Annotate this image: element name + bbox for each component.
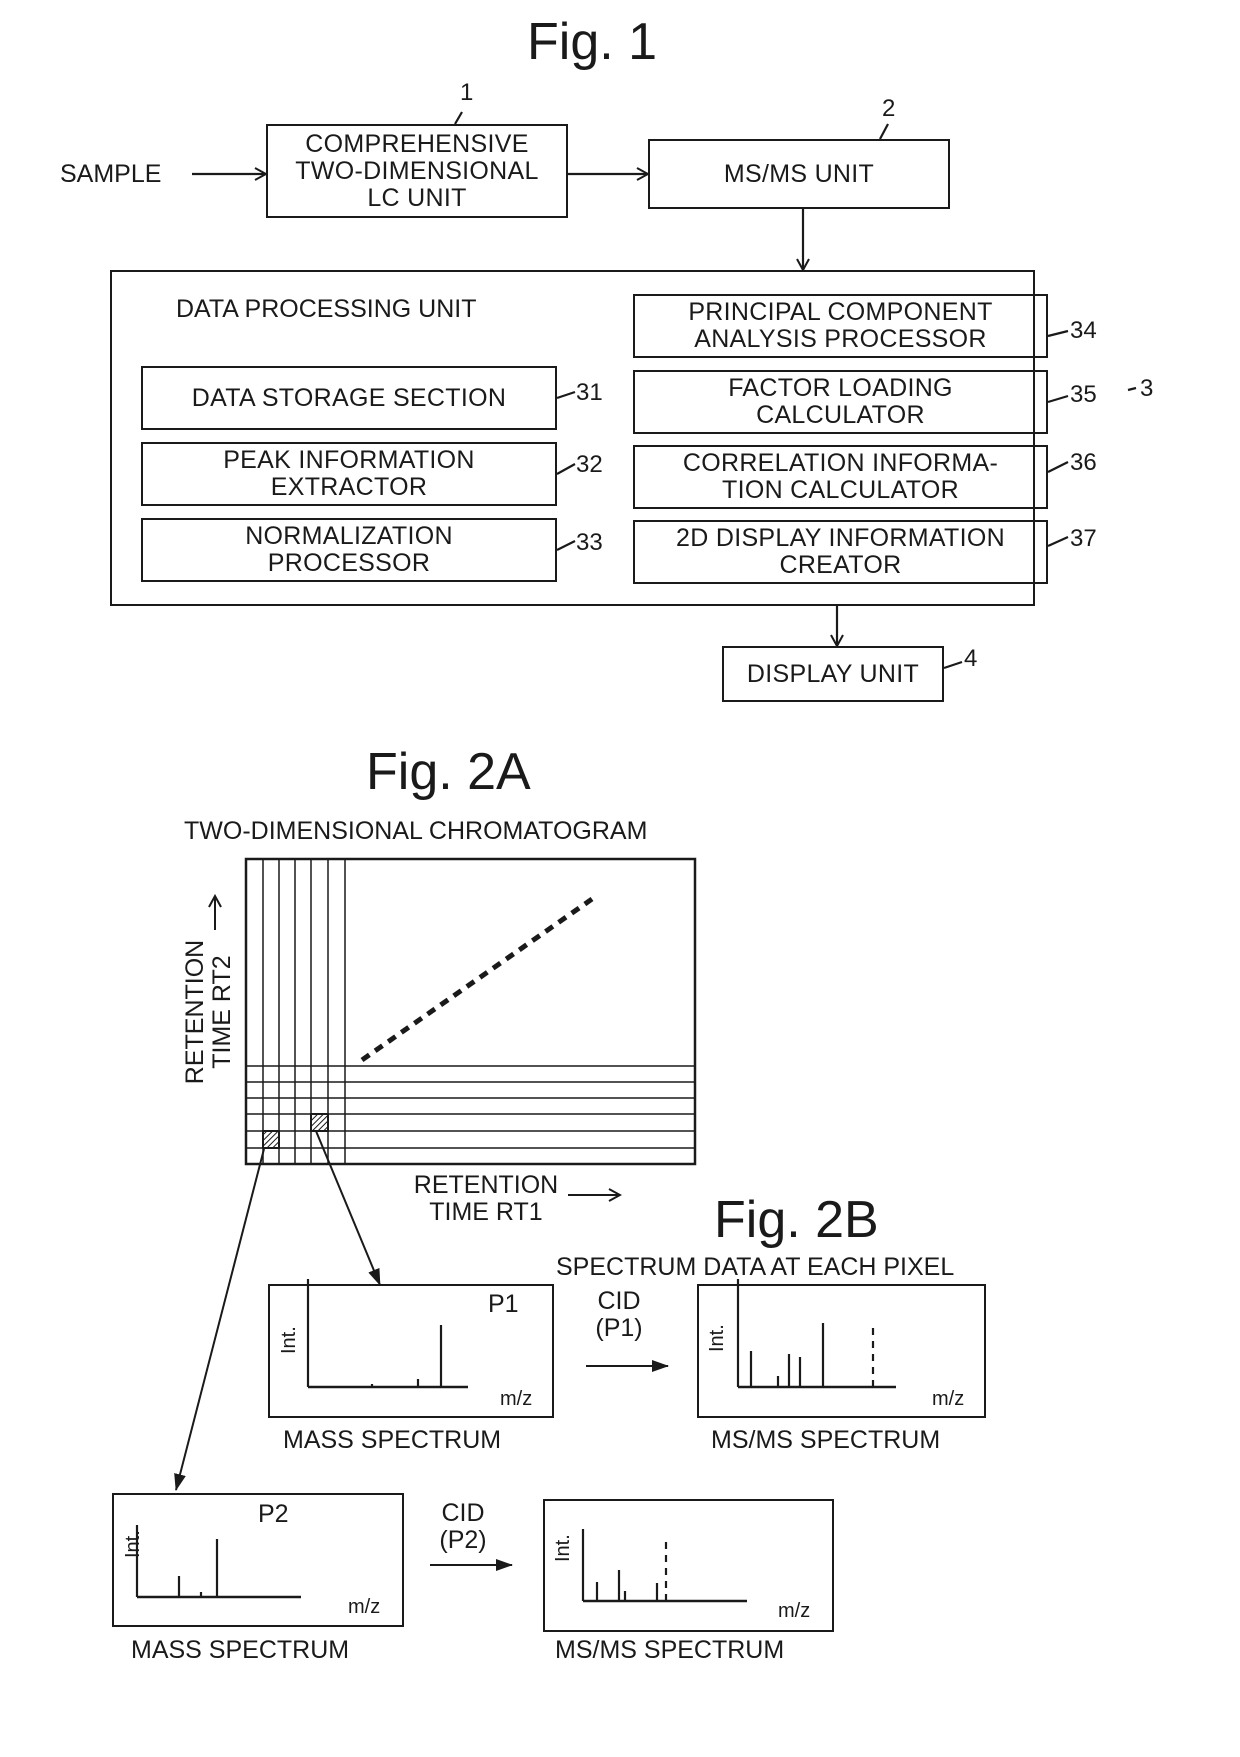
cid-line: (P2) [439,1526,487,1554]
msms-spectrum-caption: MS/MS SPECTRUM [711,1426,941,1454]
fig1-title: Fig. 1 [527,13,658,71]
lc-unit-line: COMPREHENSIVE [305,129,529,158]
y-axis-label: RETENTION TIME RT2 [181,912,236,1112]
int-axis-label: Int. [122,1530,144,1558]
lc-unit-line: LC UNIT [367,183,467,212]
ref-36: 36 [1070,449,1097,476]
cid-p1-label: CID (P1) [582,1288,656,1342]
mz-axis-label: m/z [932,1388,965,1410]
mass-spectrum-caption: MASS SPECTRUM [283,1426,502,1454]
block-label: DATA STORAGE SECTION [191,383,507,412]
msms-spectrum-caption: MS/MS SPECTRUM [555,1636,785,1664]
ref-2: 2 [882,95,896,122]
display-unit-label: DISPLAY UNIT [746,659,920,688]
peak-information-extractor-box: PEAK INFORMATION EXTRACTOR [141,442,557,506]
lc-unit-box: COMPREHENSIVE TWO-DIMENSIONAL LC UNIT [266,124,568,218]
ref-35-leader [1047,394,1069,404]
ref-3-leader [1127,386,1137,392]
ref-34-leader [1047,329,1069,338]
block-label: CREATOR [779,551,902,579]
fig2b-title: Fig. 2B [714,1191,879,1249]
block-label: EXTRACTOR [270,473,428,501]
ref-3: 3 [1140,375,1154,402]
x-axis-line: RETENTION [413,1171,559,1199]
block-label: PRINCIPAL COMPONENT [688,298,993,326]
cid-p2-label: CID (P2) [426,1500,500,1554]
block-label: FACTOR LOADING [728,374,953,402]
diagonal-dashed-line [360,896,594,1063]
pixel-p1-arrow [315,1130,381,1286]
factor-loading-calculator-box: FACTOR LOADING CALCULATOR [633,370,1048,434]
y-axis-line: RETENTION [181,939,209,1085]
block-label: 2D DISPLAY INFORMATION [676,524,1005,552]
peak-label-p1: P1 [488,1290,519,1318]
block-label: ANALYSIS PROCESSOR [694,325,987,353]
display-unit-box: DISPLAY UNIT [722,646,944,702]
spectrum-data-title: SPECTRUM DATA AT EACH PIXEL [556,1253,955,1281]
mz-axis-label: m/z [348,1596,381,1618]
chromatogram-frame [244,857,697,1166]
ref-2-leader [879,123,889,140]
ref-31: 31 [576,379,603,406]
msms-unit-label: MS/MS UNIT [723,159,875,188]
block-label: CORRELATION INFORMA- [682,449,999,477]
block-label: TION CALCULATOR [722,476,959,504]
int-axis-label: Int. [552,1534,574,1562]
chromatogram-plot [244,857,697,1166]
lc-unit-line: TWO-DIMENSIONAL [295,156,539,185]
fig2a-title: Fig. 2A [366,743,531,801]
block-label: PROCESSOR [267,549,431,577]
sample-label: SAMPLE [60,160,162,188]
ref-37: 37 [1070,525,1097,552]
ref-33: 33 [576,529,603,556]
pixel-p2-arrow [174,1148,265,1491]
normalization-processor-box: NORMALIZATION PROCESSOR [141,518,557,582]
chromatogram-title: TWO-DIMENSIONAL CHROMATOGRAM [184,817,648,845]
pca-processor-box: PRINCIPAL COMPONENT ANALYSIS PROCESSOR [633,294,1048,358]
block-label: PEAK INFORMATION [223,446,475,474]
pixel-p1-highlight [310,1113,329,1132]
x-axis-label: RETENTION TIME RT1 [396,1172,576,1226]
ref-32: 32 [576,451,603,478]
ref-36-leader [1047,461,1069,473]
pixel-p2-highlight [262,1130,280,1149]
ref-34: 34 [1070,317,1097,344]
int-axis-label: Int. [706,1324,728,1352]
correlation-information-calculator-box: CORRELATION INFORMA- TION CALCULATOR [633,445,1048,509]
ref-4-leader [943,660,963,670]
cid-line: CID [597,1287,641,1315]
block-label: CALCULATOR [756,401,925,429]
y-axis-line: TIME RT2 [208,955,236,1069]
ref-37-leader [1047,535,1069,548]
x-axis-line: TIME RT1 [429,1198,543,1226]
block-label: NORMALIZATION [245,522,453,550]
int-axis-label: Int. [278,1326,300,1354]
2d-display-information-creator-box: 2D DISPLAY INFORMATION CREATOR [633,520,1048,584]
mz-axis-label: m/z [778,1600,811,1622]
data-storage-section-box: DATA STORAGE SECTION [141,366,557,430]
mass-spectrum-caption: MASS SPECTRUM [131,1636,350,1664]
ref-35: 35 [1070,381,1097,408]
peak-label-p2: P2 [258,1500,289,1528]
cid-line: (P1) [595,1314,643,1342]
ref-1: 1 [460,79,474,106]
msms-unit-box: MS/MS UNIT [648,139,950,209]
data-processing-unit-label: DATA PROCESSING UNIT [176,295,477,323]
mz-axis-label: m/z [500,1388,533,1410]
ref-4: 4 [964,645,978,672]
ref-1-leader [454,111,463,125]
cid-line: CID [441,1499,485,1527]
